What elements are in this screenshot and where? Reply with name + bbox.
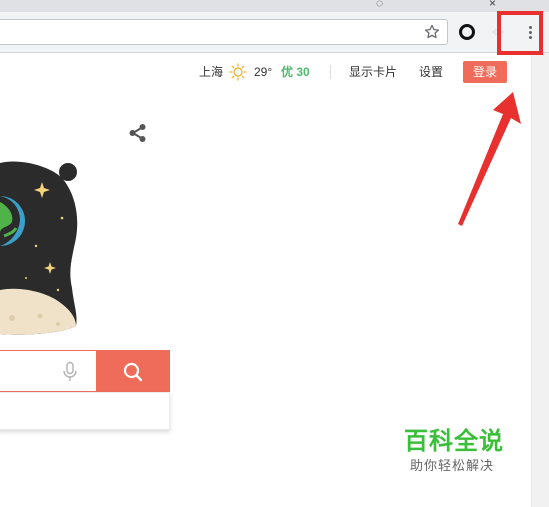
browser-window: ◌ × 上海 29° 优 30 显示卡片 设置 登录 百科全说 助你轻松解决 [0, 0, 549, 507]
watermark: 百科全说 助你轻松解决 [396, 424, 526, 482]
share-icon[interactable] [127, 122, 149, 144]
temperature-label: 29° [254, 65, 273, 79]
star-icon[interactable] [423, 23, 441, 41]
watermark-title: 百科全说 [404, 428, 504, 455]
settings-link[interactable]: 设置 [419, 62, 443, 82]
login-button[interactable]: 登录 [463, 61, 507, 83]
show-card-link[interactable]: 显示卡片 [349, 62, 397, 82]
search-icon [123, 362, 143, 382]
aqi-badge[interactable]: 优 30 [281, 62, 310, 82]
space-illustration [0, 161, 78, 335]
topbar-divider [330, 65, 331, 79]
sun-icon [229, 63, 247, 81]
search-input[interactable] [5, 361, 63, 383]
city-label[interactable]: 上海 [199, 62, 223, 82]
search-button[interactable] [96, 350, 170, 392]
search-suggestion-panel [0, 392, 170, 430]
profile-icon[interactable]: ◌ [376, 0, 383, 9]
watermark-subtitle: 助你轻松解决 [410, 458, 495, 473]
search-box[interactable] [0, 350, 96, 392]
address-input[interactable] [5, 23, 419, 43]
address-bar[interactable] [0, 19, 448, 45]
browser-toolbar [0, 12, 549, 53]
close-window-button[interactable]: × [489, 0, 496, 9]
circle-extension-icon[interactable] [458, 23, 476, 41]
menu-highlight-box [497, 11, 543, 55]
tab-strip: ◌ × [0, 0, 549, 12]
page-scrollbar[interactable] [531, 53, 549, 507]
mic-icon[interactable] [60, 361, 80, 383]
annotation-arrow [458, 92, 521, 226]
